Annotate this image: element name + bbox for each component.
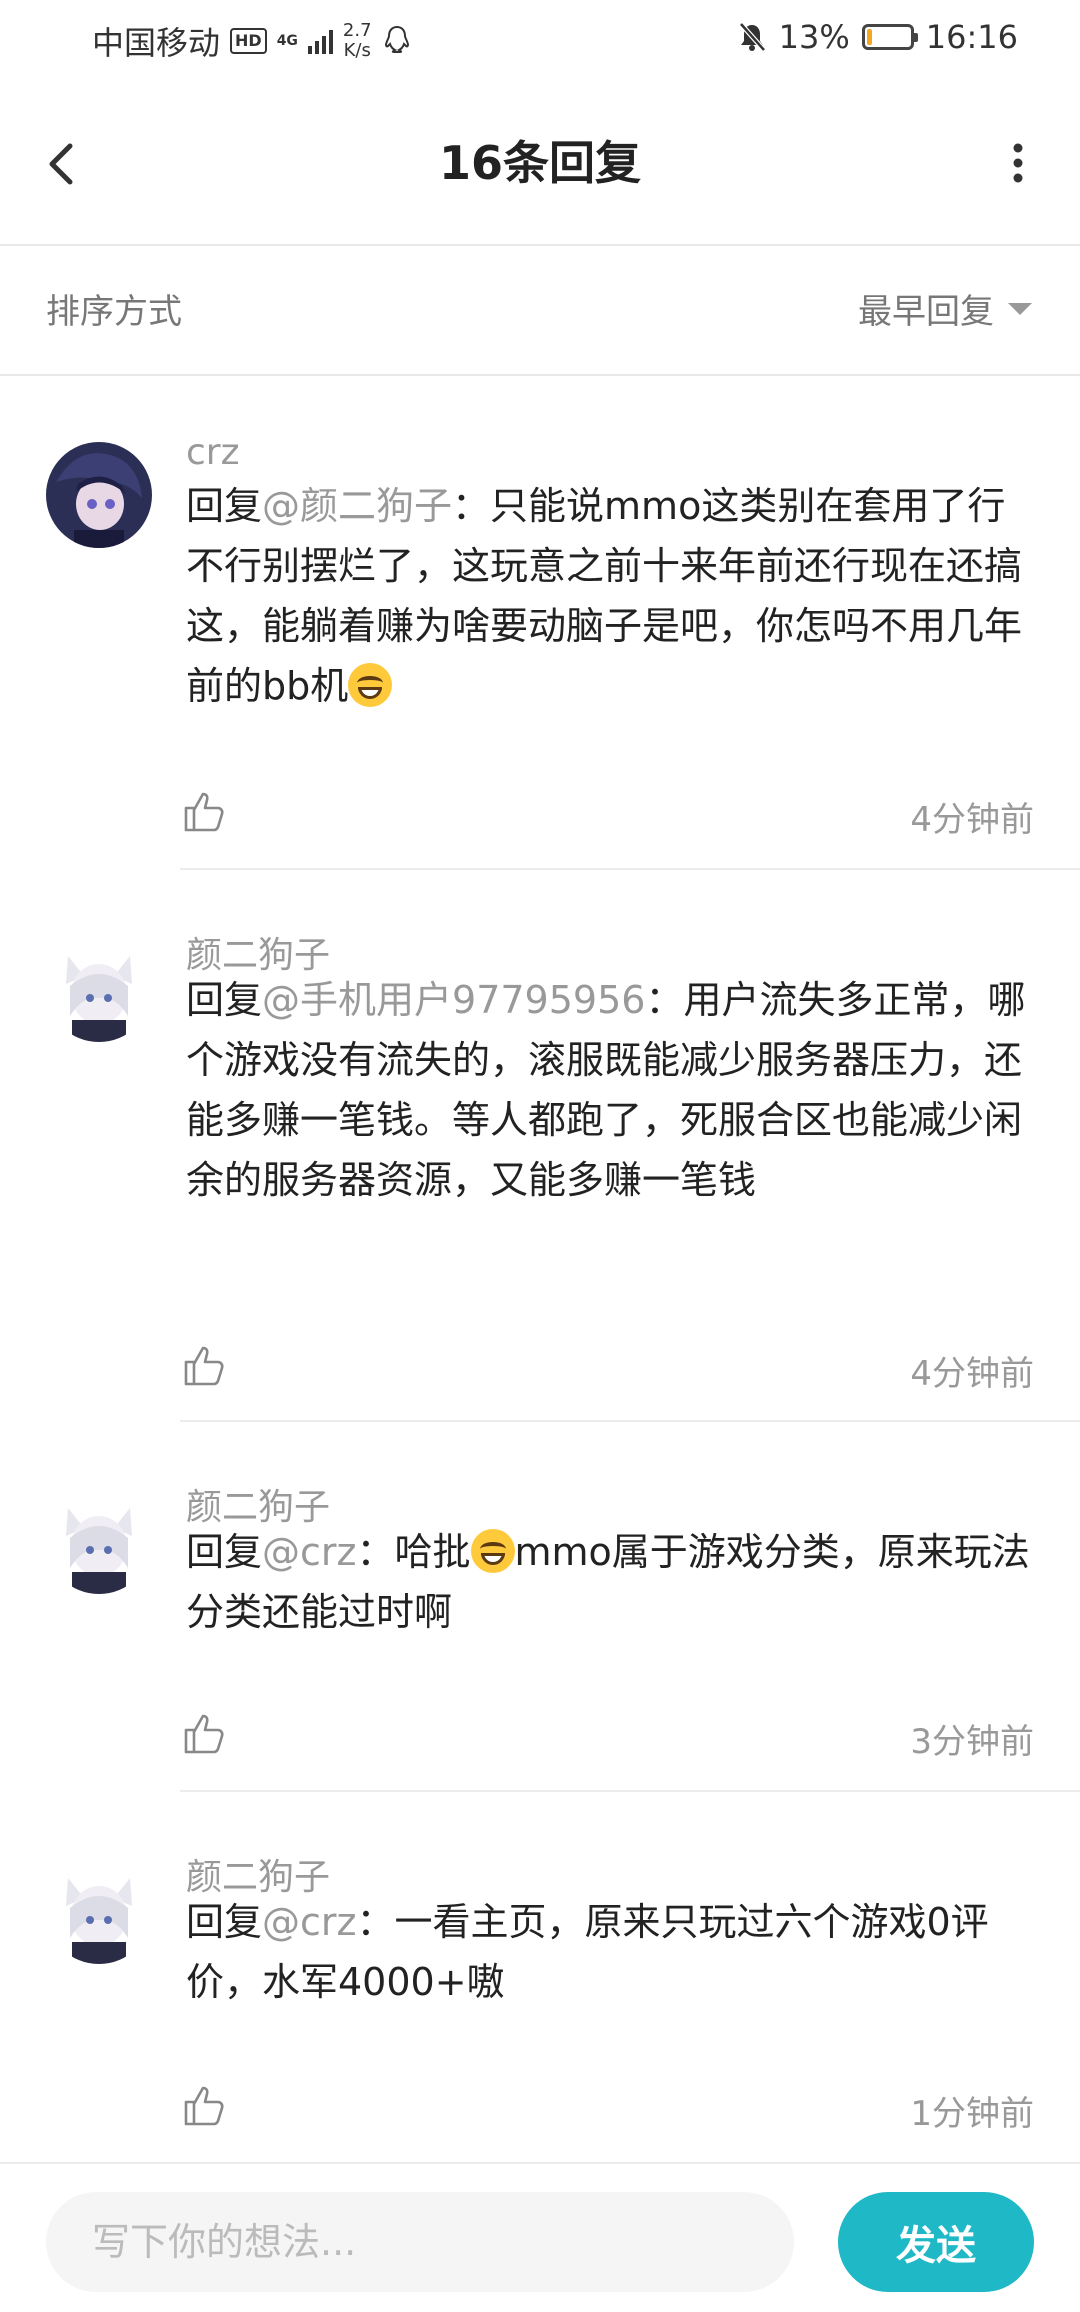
- reply-item: crz 回复@颜二狗子：只能说mmo这类别在套用了行不行别摆烂了，这玩意之前十来…: [0, 376, 1080, 870]
- thumbs-up-icon[interactable]: [182, 1710, 228, 1756]
- avatar[interactable]: [46, 442, 152, 548]
- mention-link[interactable]: @颜二狗子: [262, 484, 452, 528]
- send-button[interactable]: 发送: [838, 2192, 1034, 2292]
- mention-link[interactable]: @手机用户97795956: [262, 978, 645, 1022]
- reply-time: 3分钟前: [910, 1722, 1034, 1762]
- network-type: 4G: [276, 33, 298, 49]
- reply-author[interactable]: crz: [186, 432, 240, 473]
- clock: 16:16: [925, 18, 1018, 56]
- reply-item: 颜二狗子 回复@crz：一看主页，原来只玩过六个游戏0评价，水军4000+嗷 1…: [0, 1792, 1080, 2162]
- avatar[interactable]: [46, 1858, 152, 1964]
- mention-link[interactable]: @crz: [262, 1900, 356, 1944]
- battery-level: [866, 29, 872, 45]
- bell-muted-icon: [738, 22, 766, 52]
- carrier-name: 中国移动: [92, 24, 221, 62]
- battery-percent: 13%: [778, 18, 850, 56]
- sort-bar: 排序方式 最早回复: [0, 246, 1080, 376]
- thumbs-up-icon[interactable]: [182, 788, 228, 834]
- sort-label: 排序方式: [46, 292, 182, 332]
- sort-dropdown[interactable]: 最早回复: [858, 284, 1032, 333]
- network-speed: 2.7 K/s: [342, 20, 372, 61]
- reply-item: 颜二狗子 回复@crz：哈批 mmo属于游戏分类，原来玩法分类还能过时啊 3分钟前: [0, 1422, 1080, 1792]
- thumbs-up-icon[interactable]: [182, 1342, 228, 1388]
- qq-icon: [384, 25, 409, 53]
- reply-composer: 发送: [0, 2162, 1080, 2312]
- reply-input[interactable]: [46, 2192, 794, 2292]
- signal-icon: [307, 28, 333, 54]
- app-header: 16条回复: [0, 84, 1080, 246]
- reply-text: 回复@crz：一看主页，原来只玩过六个游戏0评价，水军4000+嗷: [186, 1900, 989, 2004]
- reply-time: 4分钟前: [910, 800, 1034, 840]
- reply-time: 1分钟前: [910, 2094, 1034, 2134]
- reply-item: 颜二狗子 回复@手机用户97795956：用户流失多正常，哪个游戏没有流失的，滚…: [0, 870, 1080, 1422]
- mention-link[interactable]: @crz: [262, 1530, 356, 1574]
- avatar[interactable]: [46, 1488, 152, 1594]
- hd-badge: HD: [230, 28, 267, 54]
- battery-icon: [861, 24, 918, 50]
- caret-down-icon: [1008, 302, 1032, 315]
- sweat-smile-emoji-icon: [470, 1529, 515, 1573]
- avatar[interactable]: [46, 936, 152, 1042]
- reply-text: 回复@手机用户97795956：用户流失多正常，哪个游戏没有流失的，滚服既能减少…: [186, 978, 1026, 1202]
- sort-value: 最早回复: [858, 292, 994, 332]
- status-bar: 中国移动 HD 4G 2.7 K/s 13% 16:16: [0, 0, 1080, 84]
- more-vertical-icon[interactable]: [996, 128, 1040, 198]
- reply-text: 回复@颜二狗子：只能说mmo这类别在套用了行不行别摆烂了，这玩意之前十来年前还行…: [186, 484, 1023, 708]
- thumbs-up-icon[interactable]: [182, 2082, 228, 2128]
- page-title: 16条回复: [438, 136, 641, 190]
- grin-emoji-icon: [348, 663, 393, 707]
- reply-text: 回复@crz：哈批 mmo属于游戏分类，原来玩法分类还能过时啊: [186, 1529, 1030, 1634]
- reply-time: 4分钟前: [910, 1354, 1034, 1394]
